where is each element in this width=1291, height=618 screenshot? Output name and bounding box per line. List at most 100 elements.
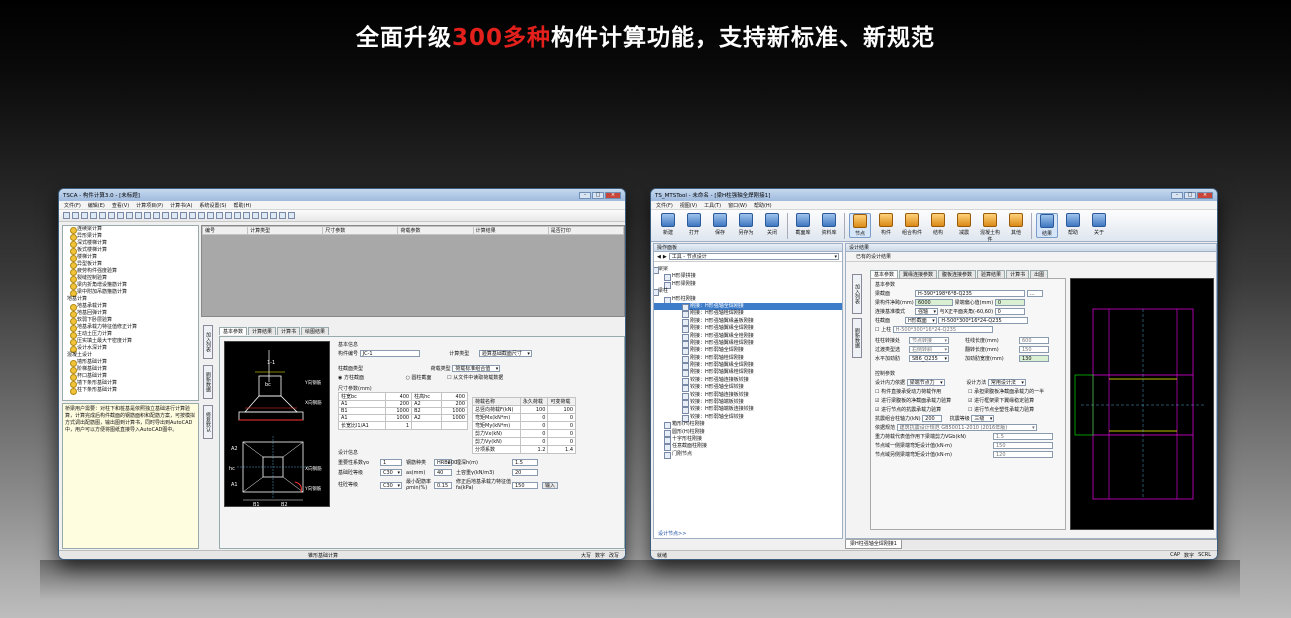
load-cell[interactable]: 100	[519, 405, 549, 414]
toolbar-button-icon[interactable]	[207, 212, 214, 219]
design-input[interactable]: 20	[512, 469, 538, 476]
tree-item[interactable]: 裂缝控制验算	[63, 275, 198, 283]
dim-cell[interactable]: 1000	[385, 407, 413, 415]
tree-item[interactable]: 梁内折角增设箍筋计算	[63, 282, 198, 290]
dim-cell[interactable]: 1000	[385, 414, 413, 422]
param-select[interactable]: SB6_Q235	[909, 355, 949, 362]
node-tree-item[interactable]: 刚接：H形强轴翼缘栓焊刚接	[654, 340, 842, 349]
design-method-select[interactable]: 常用设计法	[987, 379, 1026, 386]
toolbar-button-icon[interactable]	[288, 212, 295, 219]
toolbar-button-icon[interactable]	[99, 212, 106, 219]
tab[interactable]: 计算书	[1006, 270, 1030, 278]
toolbar-button-icon[interactable]	[279, 212, 286, 219]
gravity-shear-input[interactable]: 1.5	[993, 433, 1053, 440]
menu-item[interactable]: 视图(V)	[680, 202, 697, 209]
tree-item[interactable]: 楼梯计算	[63, 254, 198, 262]
result-column-header[interactable]: 编号	[201, 226, 249, 235]
param-select[interactable]: 右侧转斜	[909, 346, 949, 353]
ribbon-button[interactable]: 截面库	[792, 213, 814, 236]
ribbon-button[interactable]: 帮助	[1062, 213, 1084, 236]
ribbon-button[interactable]: 关于	[1088, 213, 1110, 236]
toolbar-button-icon[interactable]	[90, 212, 97, 219]
upper-col-checkbox[interactable]: ☐ 上柱	[875, 327, 891, 333]
load-cell[interactable]: 0	[519, 421, 549, 430]
design-input[interactable]: C30	[380, 481, 402, 489]
seismic-grade-select[interactable]: 三级	[971, 415, 995, 422]
tab[interactable]: 腹板连接参数	[938, 270, 977, 278]
node-tree-item[interactable]: 刚接：H形强轴翼缘全栓刚接	[654, 333, 842, 341]
design-input[interactable]: 150	[512, 481, 538, 489]
menu-item[interactable]: 窗口(W)	[728, 202, 747, 209]
node-tree-item[interactable]: 刚接：H形强轴栓焊刚接	[654, 310, 842, 319]
tree-item[interactable]: 墙形基础计算	[63, 359, 198, 367]
menu-item[interactable]: 系统设置(S)	[199, 202, 226, 209]
toolbar-button-icon[interactable]	[72, 212, 79, 219]
tree-item[interactable]: 梁中附加吊筋箍筋计算	[63, 289, 198, 297]
dim-cell[interactable]	[441, 421, 468, 430]
component-id-input[interactable]: JC-1	[359, 350, 420, 357]
result-list[interactable]: 编号 计算类型 尺寸参数 荷载参数 计算结果 是否打印	[201, 225, 625, 317]
control-checkbox[interactable]: ☑ 进行框架梁下翼缘稳定验算	[968, 397, 1061, 404]
spec-select[interactable]: 建筑抗震设计规范 GB50011-2010 (2016年版)	[896, 424, 1037, 431]
col-section-input[interactable]: H-500*300*16*24-Q235	[938, 317, 1029, 324]
control-checkbox[interactable]: ☑ 进行节点的抗震承载力验算	[875, 406, 968, 413]
toolbar-button-icon[interactable]	[243, 212, 250, 219]
ribbon-button[interactable]: 组合构件	[901, 213, 923, 236]
control-checkbox[interactable]: ☐ 进行节点全塑性承载力验算	[968, 406, 1061, 413]
ribbon-button[interactable]: 新建	[657, 213, 679, 236]
beam-ecc-input[interactable]: 0	[994, 299, 1025, 306]
result-column-header[interactable]: 是否打印	[547, 226, 625, 235]
node-tree-item[interactable]: 铰接：H形弱轴端板连接铰接	[654, 406, 842, 415]
node-tree-item[interactable]: 任意截面柱刚接	[654, 443, 842, 452]
design-input[interactable]: C30	[380, 469, 402, 476]
menu-item[interactable]: 编辑(E)	[88, 202, 105, 209]
load-cell[interactable]: 0	[519, 429, 549, 438]
dim-cell[interactable]: 1000	[441, 407, 468, 415]
node-tree-item[interactable]: 刚接：H形弱轴翼缘栓焊刚接	[654, 369, 842, 378]
ribbon-button[interactable]: 结构	[927, 213, 949, 236]
ribbon-button[interactable]: 另存为	[735, 213, 757, 236]
minimize-button[interactable]: -	[579, 191, 591, 199]
control-checkbox[interactable]: ☐ 构件直接承受动力荷载作用	[875, 388, 968, 395]
calc-type-select[interactable]: 验算基础截面尺寸	[478, 350, 532, 357]
toolbar-button-icon[interactable]	[234, 212, 241, 219]
node-tree-item[interactable]: 刚接：H形强轴翼缘全焊刚接	[654, 325, 842, 334]
node-tree[interactable]: 梁梁 H形梁拼接 H形梁刚接 梁柱 H形柱刚接 刚接：H形强轴全焊刚接 刚接：H形强轴栓焊刚…	[654, 266, 842, 528]
load-table[interactable]: 荷载名称 永久荷载 可变荷载 总竖向荷载F(kN) 100 100 弯矩Mx(kN*m) 0 0…	[472, 397, 576, 454]
toolbar-button-icon[interactable]	[117, 212, 124, 219]
round-column-radio[interactable]: ○ 圆柱截面	[406, 375, 432, 381]
tab[interactable]: 验算结果	[977, 270, 1006, 278]
menu-item[interactable]: 计算项目(P)	[136, 202, 163, 209]
tree-item[interactable]: 地基承载力特征值修正计算	[63, 324, 198, 332]
tree-item[interactable]: 地基回弹计算	[63, 310, 198, 318]
tree-group[interactable]: 地基计算	[63, 296, 198, 303]
side-tab[interactable]: 修复默认	[203, 405, 213, 439]
beam-span-input[interactable]: 6000	[915, 299, 953, 306]
node-tree-item[interactable]: 门刚节点	[654, 451, 842, 460]
node-tree-item[interactable]: 圆形(H)柱刚接	[654, 429, 842, 438]
node-tree-item[interactable]: 铰接：H形强轴全焊铰接	[654, 384, 842, 393]
dim-cell[interactable]: 1000	[441, 414, 468, 422]
toolbar-button-icon[interactable]	[189, 212, 196, 219]
load-cell[interactable]: 0	[519, 437, 549, 446]
param-input[interactable]: 130	[1019, 355, 1049, 362]
dim-cell[interactable]: 400	[385, 392, 413, 401]
load-cell[interactable]: 0	[547, 413, 576, 422]
load-cell[interactable]: 0	[519, 413, 549, 422]
tree-item[interactable]: 杯口基础计算	[63, 373, 198, 381]
existing-results[interactable]: 已有的设计结果	[846, 252, 1216, 262]
beam-section-browse[interactable]: …	[1026, 290, 1043, 297]
toolbar-button-icon[interactable]	[135, 212, 142, 219]
side-tab[interactable]: 刷新数据	[852, 318, 862, 358]
tree-item[interactable]: 连续梁计算	[63, 226, 198, 234]
toolbar-button-icon[interactable]	[126, 212, 133, 219]
ribbon-button[interactable]: 构件	[875, 213, 897, 236]
tree-item[interactable]: 疲劳构件强度验算	[63, 268, 198, 276]
toolbar-button-icon[interactable]	[108, 212, 115, 219]
tree-item[interactable]: 压实填土最大干密度计算	[63, 338, 198, 346]
ribbon-button[interactable]: 混凝土构件	[979, 213, 1001, 243]
toolbar-button-icon[interactable]	[153, 212, 160, 219]
tree-item[interactable]: 地基承载计算	[63, 303, 198, 311]
toolbar-button-icon[interactable]	[225, 212, 232, 219]
tree-item[interactable]: 柱下条形基础计算	[63, 387, 198, 395]
